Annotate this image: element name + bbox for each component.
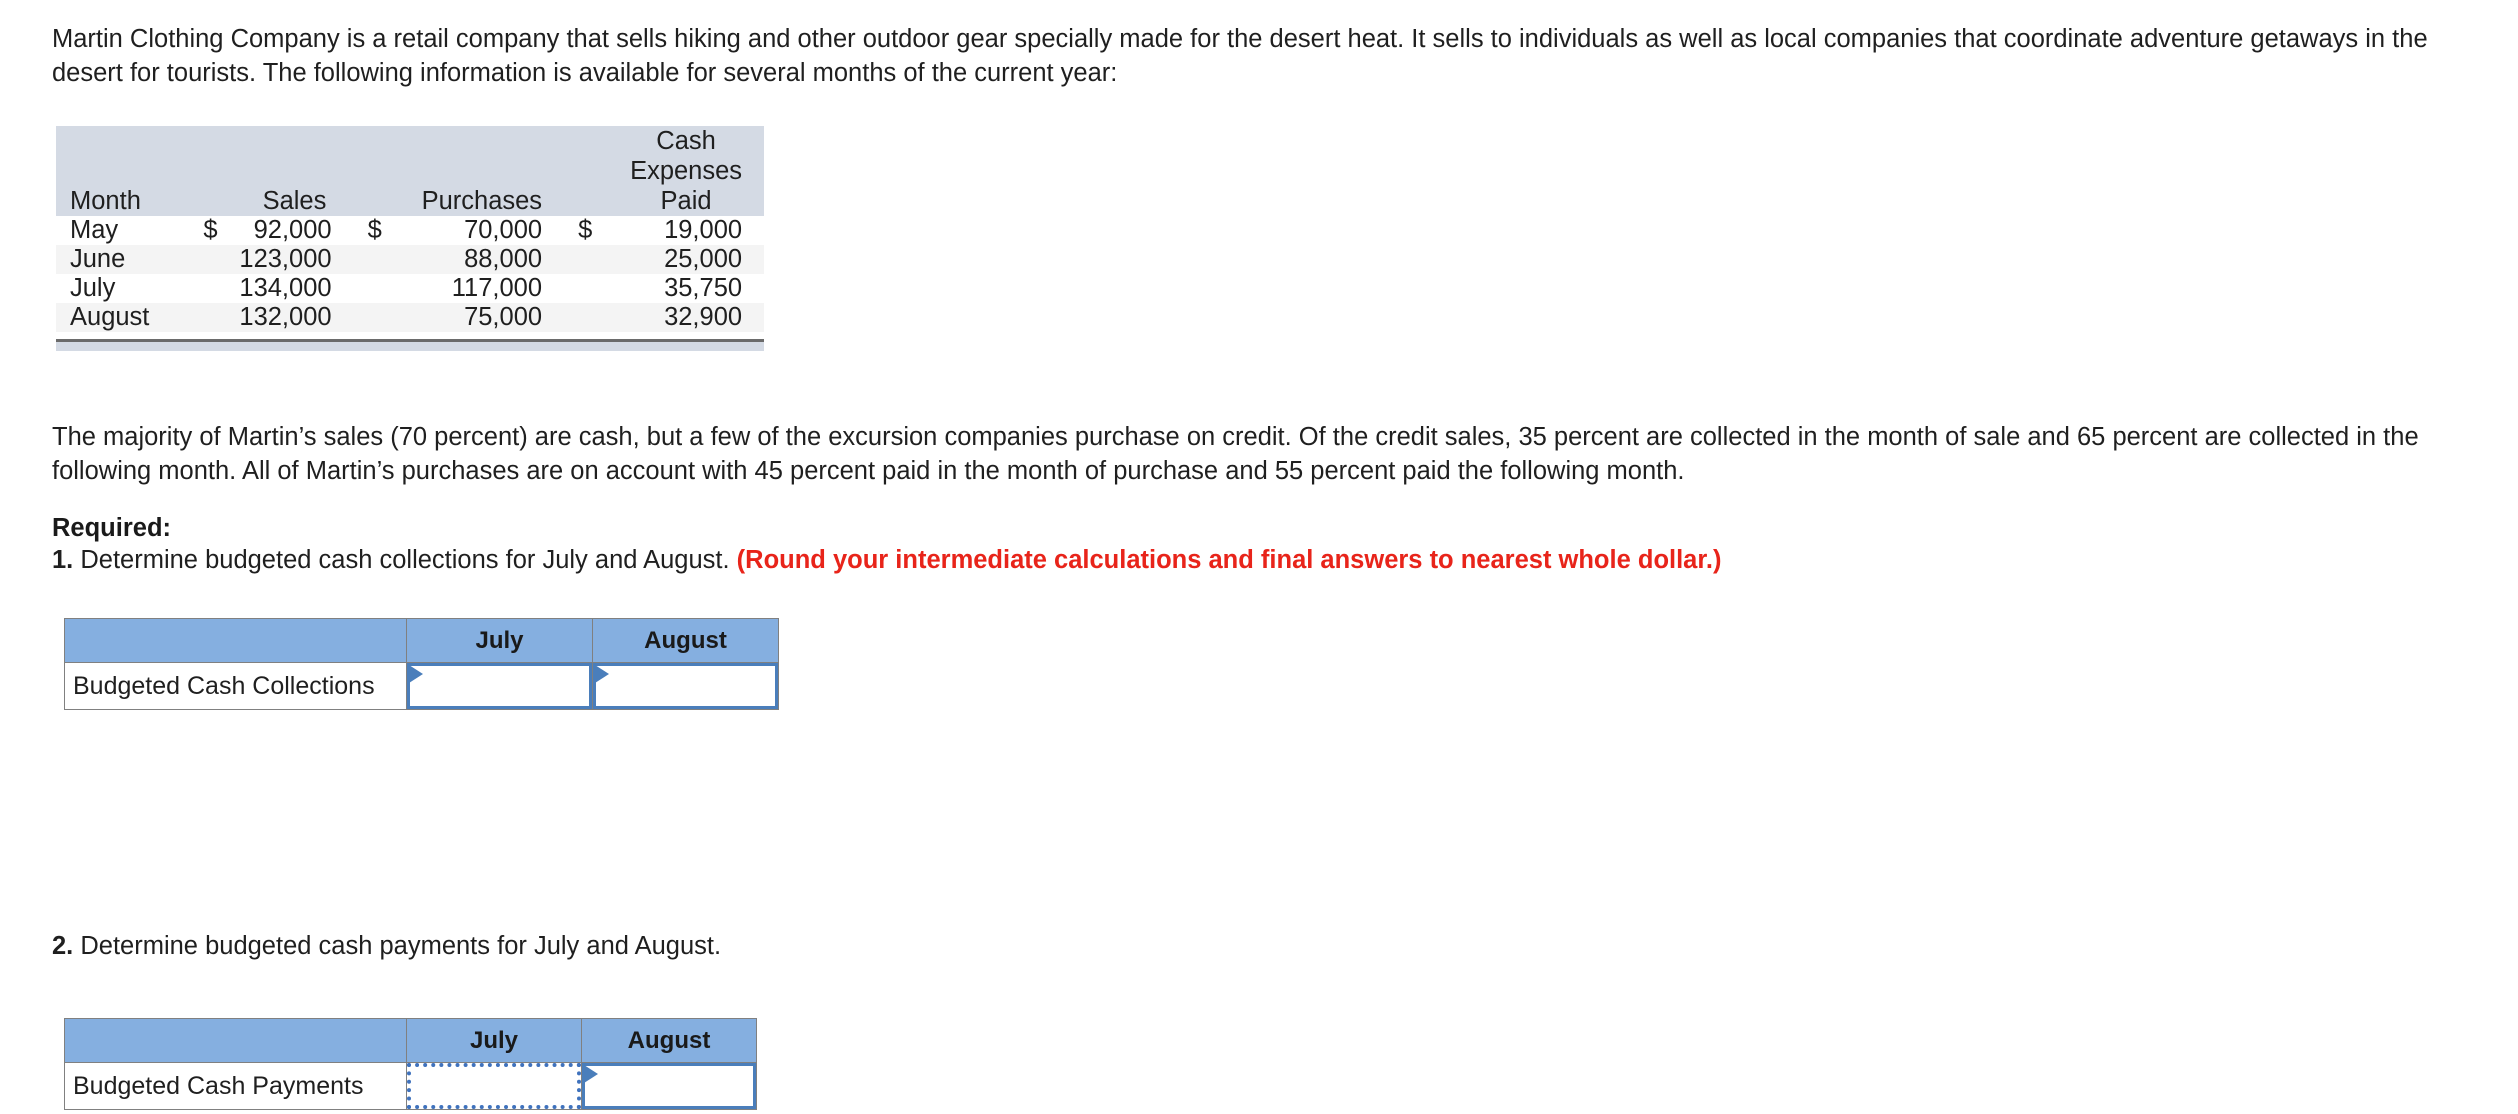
required-heading: Required: <box>52 514 172 542</box>
assumptions-paragraph: The majority of Martin’s sales (70 perce… <box>52 423 2419 485</box>
collections-august-input[interactable] <box>593 663 778 709</box>
cell-purchases-currency <box>353 303 394 332</box>
column-header-sales-label: Sales <box>262 187 327 215</box>
table-header-row: July August <box>64 1018 757 1063</box>
cell-sales: 123,000 <box>229 245 354 274</box>
cell-cash-expenses-paid: 32,900 <box>604 303 765 332</box>
table-row: August 132,000 75,000 32,900 <box>56 303 765 332</box>
cell-sales-currency: $ <box>203 216 218 244</box>
row-label-budgeted-cash-collections: Budgeted Cash Collections <box>64 662 407 710</box>
currency-spacer-purchases <box>353 126 394 216</box>
payments-august-cell[interactable] <box>581 1062 757 1110</box>
cell-purchases: 70,000 <box>464 216 543 244</box>
column-header-august: August <box>592 618 779 663</box>
cell-purchases: 75,000 <box>393 303 565 332</box>
given-data-table: Month Sales Purchases Cash Expenses Paid <box>56 126 765 332</box>
table-row: Budgeted Cash Collections <box>64 662 779 710</box>
cell-sales-currency <box>189 274 229 303</box>
column-header-august: August <box>581 1018 757 1063</box>
column-header-purchases: Purchases <box>393 126 565 216</box>
cell-month: May <box>70 216 119 244</box>
intro-paragraph: Martin Clothing Company is a retail comp… <box>52 25 2428 87</box>
column-header-cash-line2: Expenses <box>630 157 743 185</box>
table-row: Budgeted Cash Payments <box>64 1062 757 1110</box>
table-row: June 123,000 88,000 25,000 <box>56 245 765 274</box>
budgeted-cash-collections-table: July August Budgeted Cash Collections <box>64 618 779 710</box>
collections-july-cell[interactable] <box>406 662 593 710</box>
table-header-row: Month Sales Purchases Cash Expenses Paid <box>56 126 765 216</box>
cell-cash-currency <box>564 274 604 303</box>
payments-july-cell[interactable] <box>406 1062 582 1110</box>
table-header-row: July August <box>64 618 779 663</box>
cell-month: June <box>56 245 190 274</box>
cell-sales-currency <box>189 245 230 274</box>
cell-sales: 134,000 <box>239 274 332 302</box>
requirement-1-number: 1. <box>52 546 74 574</box>
cell-cash-currency: $ <box>578 216 593 244</box>
cell-purchases-currency <box>354 274 394 303</box>
collections-july-input[interactable] <box>407 663 592 709</box>
requirement-2-number: 2. <box>52 932 74 960</box>
cell-cash-currency <box>564 303 605 332</box>
cell-purchases-currency <box>353 245 394 274</box>
currency-spacer-sales <box>189 126 230 216</box>
column-header-blank <box>64 618 407 663</box>
cell-sales-currency <box>189 303 230 332</box>
column-header-month: Month <box>56 126 190 216</box>
table-footer-bar <box>56 339 765 351</box>
cell-purchases: 117,000 <box>451 274 543 302</box>
budgeted-cash-payments-table: July August Budgeted Cash Payments <box>64 1018 757 1110</box>
cell-sales: 132,000 <box>229 303 354 332</box>
cell-sales: 92,000 <box>253 216 332 244</box>
column-header-sales: Sales <box>229 126 354 216</box>
column-header-july: July <box>406 618 593 663</box>
collections-august-cell[interactable] <box>592 662 779 710</box>
cell-purchases-currency: $ <box>367 216 382 244</box>
triangle-marker-icon <box>584 1065 598 1083</box>
table-row: July 134,000 117,000 35,750 <box>56 274 764 303</box>
payments-august-input[interactable] <box>582 1063 756 1109</box>
column-header-cash-expenses-paid: Cash Expenses Paid <box>604 126 765 216</box>
currency-spacer-cash <box>564 126 605 216</box>
cell-purchases: 88,000 <box>393 245 565 274</box>
given-data-table-container: Month Sales Purchases Cash Expenses Paid <box>56 126 765 351</box>
cell-cash-expenses-paid: 35,750 <box>664 274 743 302</box>
triangle-marker-icon <box>595 665 609 683</box>
given-data-table-body: May $ 92,000 $ 70,000 $ 19,000 June 123,… <box>56 216 765 332</box>
column-header-cash-line1: Cash <box>656 127 716 155</box>
row-label-budgeted-cash-payments: Budgeted Cash Payments <box>64 1062 407 1110</box>
column-header-cash-line3: Paid <box>660 187 712 215</box>
requirement-1: 1. Determine budgeted cash collections f… <box>52 546 1721 575</box>
column-header-month-label: Month <box>70 187 141 215</box>
table-row: May $ 92,000 $ 70,000 $ 19,000 <box>56 216 764 245</box>
cell-cash-currency <box>564 245 605 274</box>
requirement-1-text: Determine budgeted cash collections for … <box>73 546 737 574</box>
rounding-note: (Round your intermediate calculations an… <box>736 546 1722 574</box>
cell-month: August <box>56 303 190 332</box>
triangle-marker-icon <box>409 665 423 683</box>
column-header-july: July <box>406 1018 582 1063</box>
column-header-purchases-label: Purchases <box>421 187 543 215</box>
requirement-2: 2. Determine budgeted cash payments for … <box>52 932 721 961</box>
payments-july-input[interactable] <box>407 1063 581 1109</box>
cell-cash-expenses-paid: 19,000 <box>664 216 743 244</box>
requirement-2-text: Determine budgeted cash payments for Jul… <box>73 932 722 960</box>
column-header-blank <box>64 1018 407 1063</box>
cell-month: July <box>70 274 116 302</box>
cell-cash-expenses-paid: 25,000 <box>604 245 765 274</box>
